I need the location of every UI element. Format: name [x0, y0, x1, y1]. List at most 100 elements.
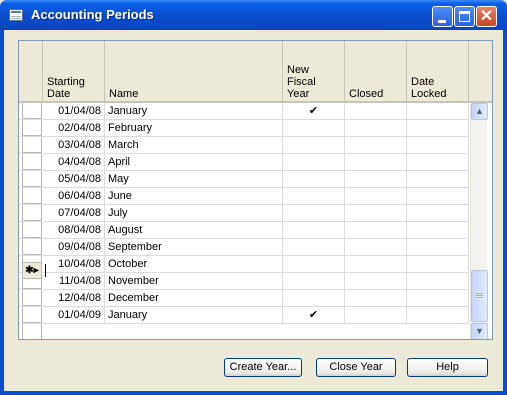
table-row[interactable]: 02/04/08 February: [19, 120, 469, 137]
table-row[interactable]: 01/04/09 January ✔: [19, 307, 469, 324]
cell-name[interactable]: January: [105, 307, 283, 323]
cell-closed[interactable]: [345, 171, 407, 187]
cell-starting-date[interactable]: 08/04/08: [43, 222, 105, 238]
scrollbar-thumb[interactable]: [471, 270, 488, 322]
row-selector[interactable]: [22, 154, 42, 170]
row-selector[interactable]: [22, 171, 42, 187]
cell-date-locked[interactable]: [407, 222, 469, 238]
cell-name[interactable]: December: [105, 290, 283, 306]
minimize-button[interactable]: [432, 6, 453, 27]
table-row-empty[interactable]: [19, 324, 469, 339]
cell-new-fiscal-year[interactable]: [283, 137, 345, 153]
row-selector[interactable]: [22, 205, 42, 221]
scroll-up-icon[interactable]: ▲: [471, 103, 488, 120]
title-bar[interactable]: Accounting Periods ✕: [0, 0, 507, 30]
cell-name[interactable]: May: [105, 171, 283, 187]
cell-name[interactable]: July: [105, 205, 283, 221]
vertical-scrollbar[interactable]: ▲ ▼: [470, 103, 488, 339]
row-selector[interactable]: [22, 188, 42, 204]
scroll-down-icon[interactable]: ▼: [471, 323, 488, 339]
cell-closed[interactable]: [345, 188, 407, 204]
cell-starting-date[interactable]: 04/04/08: [43, 154, 105, 170]
row-selector[interactable]: [22, 103, 42, 119]
cell-new-fiscal-year[interactable]: [283, 222, 345, 238]
close-year-button[interactable]: Close Year: [316, 358, 396, 377]
close-button[interactable]: ✕: [476, 6, 497, 27]
cell-closed[interactable]: [345, 103, 407, 119]
row-selector[interactable]: [22, 137, 42, 153]
cell-starting-date[interactable]: 12/04/08: [43, 290, 105, 306]
table-row[interactable]: 03/04/08 March: [19, 137, 469, 154]
cell-date-locked[interactable]: [407, 154, 469, 170]
cell-date-locked[interactable]: [407, 239, 469, 255]
cell-date-locked[interactable]: [407, 307, 469, 323]
cell-starting-date[interactable]: 09/04/08: [43, 239, 105, 255]
cell-new-fiscal-year[interactable]: [283, 154, 345, 170]
cell-date-locked[interactable]: [407, 103, 469, 119]
help-button[interactable]: Help: [407, 358, 488, 377]
table-row[interactable]: 04/04/08 April: [19, 154, 469, 171]
table-row[interactable]: 09/04/08 September: [19, 239, 469, 256]
cell-closed[interactable]: [345, 290, 407, 306]
column-header-new-fiscal-year[interactable]: New Fiscal Year: [283, 41, 345, 101]
cell-name[interactable]: April: [105, 154, 283, 170]
cell-date-locked[interactable]: [407, 205, 469, 221]
row-selector[interactable]: [22, 239, 42, 255]
new-record-row[interactable]: ✱▸: [19, 262, 469, 279]
column-header-closed[interactable]: Closed: [345, 41, 407, 101]
row-selector[interactable]: [22, 222, 42, 238]
table-row[interactable]: 12/04/08 December: [19, 290, 469, 307]
table-row[interactable]: 08/04/08 August: [19, 222, 469, 239]
cell-name[interactable]: September: [105, 239, 283, 255]
row-selector[interactable]: [22, 307, 42, 323]
cell-name[interactable]: January: [105, 103, 283, 119]
cell-closed[interactable]: [345, 137, 407, 153]
cell-starting-date[interactable]: 03/04/08: [43, 137, 105, 153]
cell-starting-date[interactable]: 07/04/08: [43, 205, 105, 221]
cell-new-fiscal-year[interactable]: [283, 205, 345, 221]
cell-starting-date[interactable]: 01/04/09: [43, 307, 105, 323]
column-header-starting-date[interactable]: Starting Date: [43, 41, 105, 101]
cell-closed[interactable]: [345, 239, 407, 255]
cell-name[interactable]: February: [105, 120, 283, 136]
cell-new-fiscal-year[interactable]: [283, 239, 345, 255]
table-row[interactable]: 06/04/08 June: [19, 188, 469, 205]
cell-closed[interactable]: [345, 205, 407, 221]
cell-new-fiscal-year[interactable]: [283, 171, 345, 187]
cell-starting-date[interactable]: 01/04/08: [43, 103, 105, 119]
cell-new-fiscal-year[interactable]: [283, 120, 345, 136]
cell-closed[interactable]: [345, 120, 407, 136]
periods-grid: Starting Date Name New Fiscal Year Close…: [18, 40, 493, 340]
cell-date-locked[interactable]: [407, 171, 469, 187]
maximize-button[interactable]: [454, 6, 475, 27]
table-icon: [9, 9, 23, 21]
cell-closed[interactable]: [345, 154, 407, 170]
table-row[interactable]: 05/04/08 May: [19, 171, 469, 188]
cell-closed[interactable]: [345, 222, 407, 238]
cell-new-fiscal-year[interactable]: [283, 290, 345, 306]
cell-new-fiscal-year[interactable]: ✔: [283, 103, 345, 119]
row-selector-header[interactable]: [19, 41, 43, 101]
minimize-icon: [438, 20, 446, 23]
cell-date-locked[interactable]: [407, 120, 469, 136]
column-header-date-locked[interactable]: Date Locked: [407, 41, 469, 101]
cell-starting-date[interactable]: 02/04/08: [43, 120, 105, 136]
create-year-button[interactable]: Create Year...: [224, 358, 302, 377]
table-row[interactable]: 01/04/08 January ✔: [19, 103, 469, 120]
cell-new-fiscal-year[interactable]: ✔: [283, 307, 345, 323]
column-header-name[interactable]: Name: [105, 41, 283, 101]
table-row[interactable]: 07/04/08 July: [19, 205, 469, 222]
row-selector[interactable]: [22, 290, 42, 306]
cell-starting-date[interactable]: 05/04/08: [43, 171, 105, 187]
cell-starting-date[interactable]: 06/04/08: [43, 188, 105, 204]
cell-date-locked[interactable]: [407, 137, 469, 153]
cell-date-locked[interactable]: [407, 290, 469, 306]
row-selector[interactable]: [22, 324, 42, 339]
cell-name[interactable]: June: [105, 188, 283, 204]
cell-closed[interactable]: [345, 307, 407, 323]
cell-name[interactable]: March: [105, 137, 283, 153]
row-selector[interactable]: [22, 120, 42, 136]
cell-name[interactable]: August: [105, 222, 283, 238]
cell-new-fiscal-year[interactable]: [283, 188, 345, 204]
cell-date-locked[interactable]: [407, 188, 469, 204]
